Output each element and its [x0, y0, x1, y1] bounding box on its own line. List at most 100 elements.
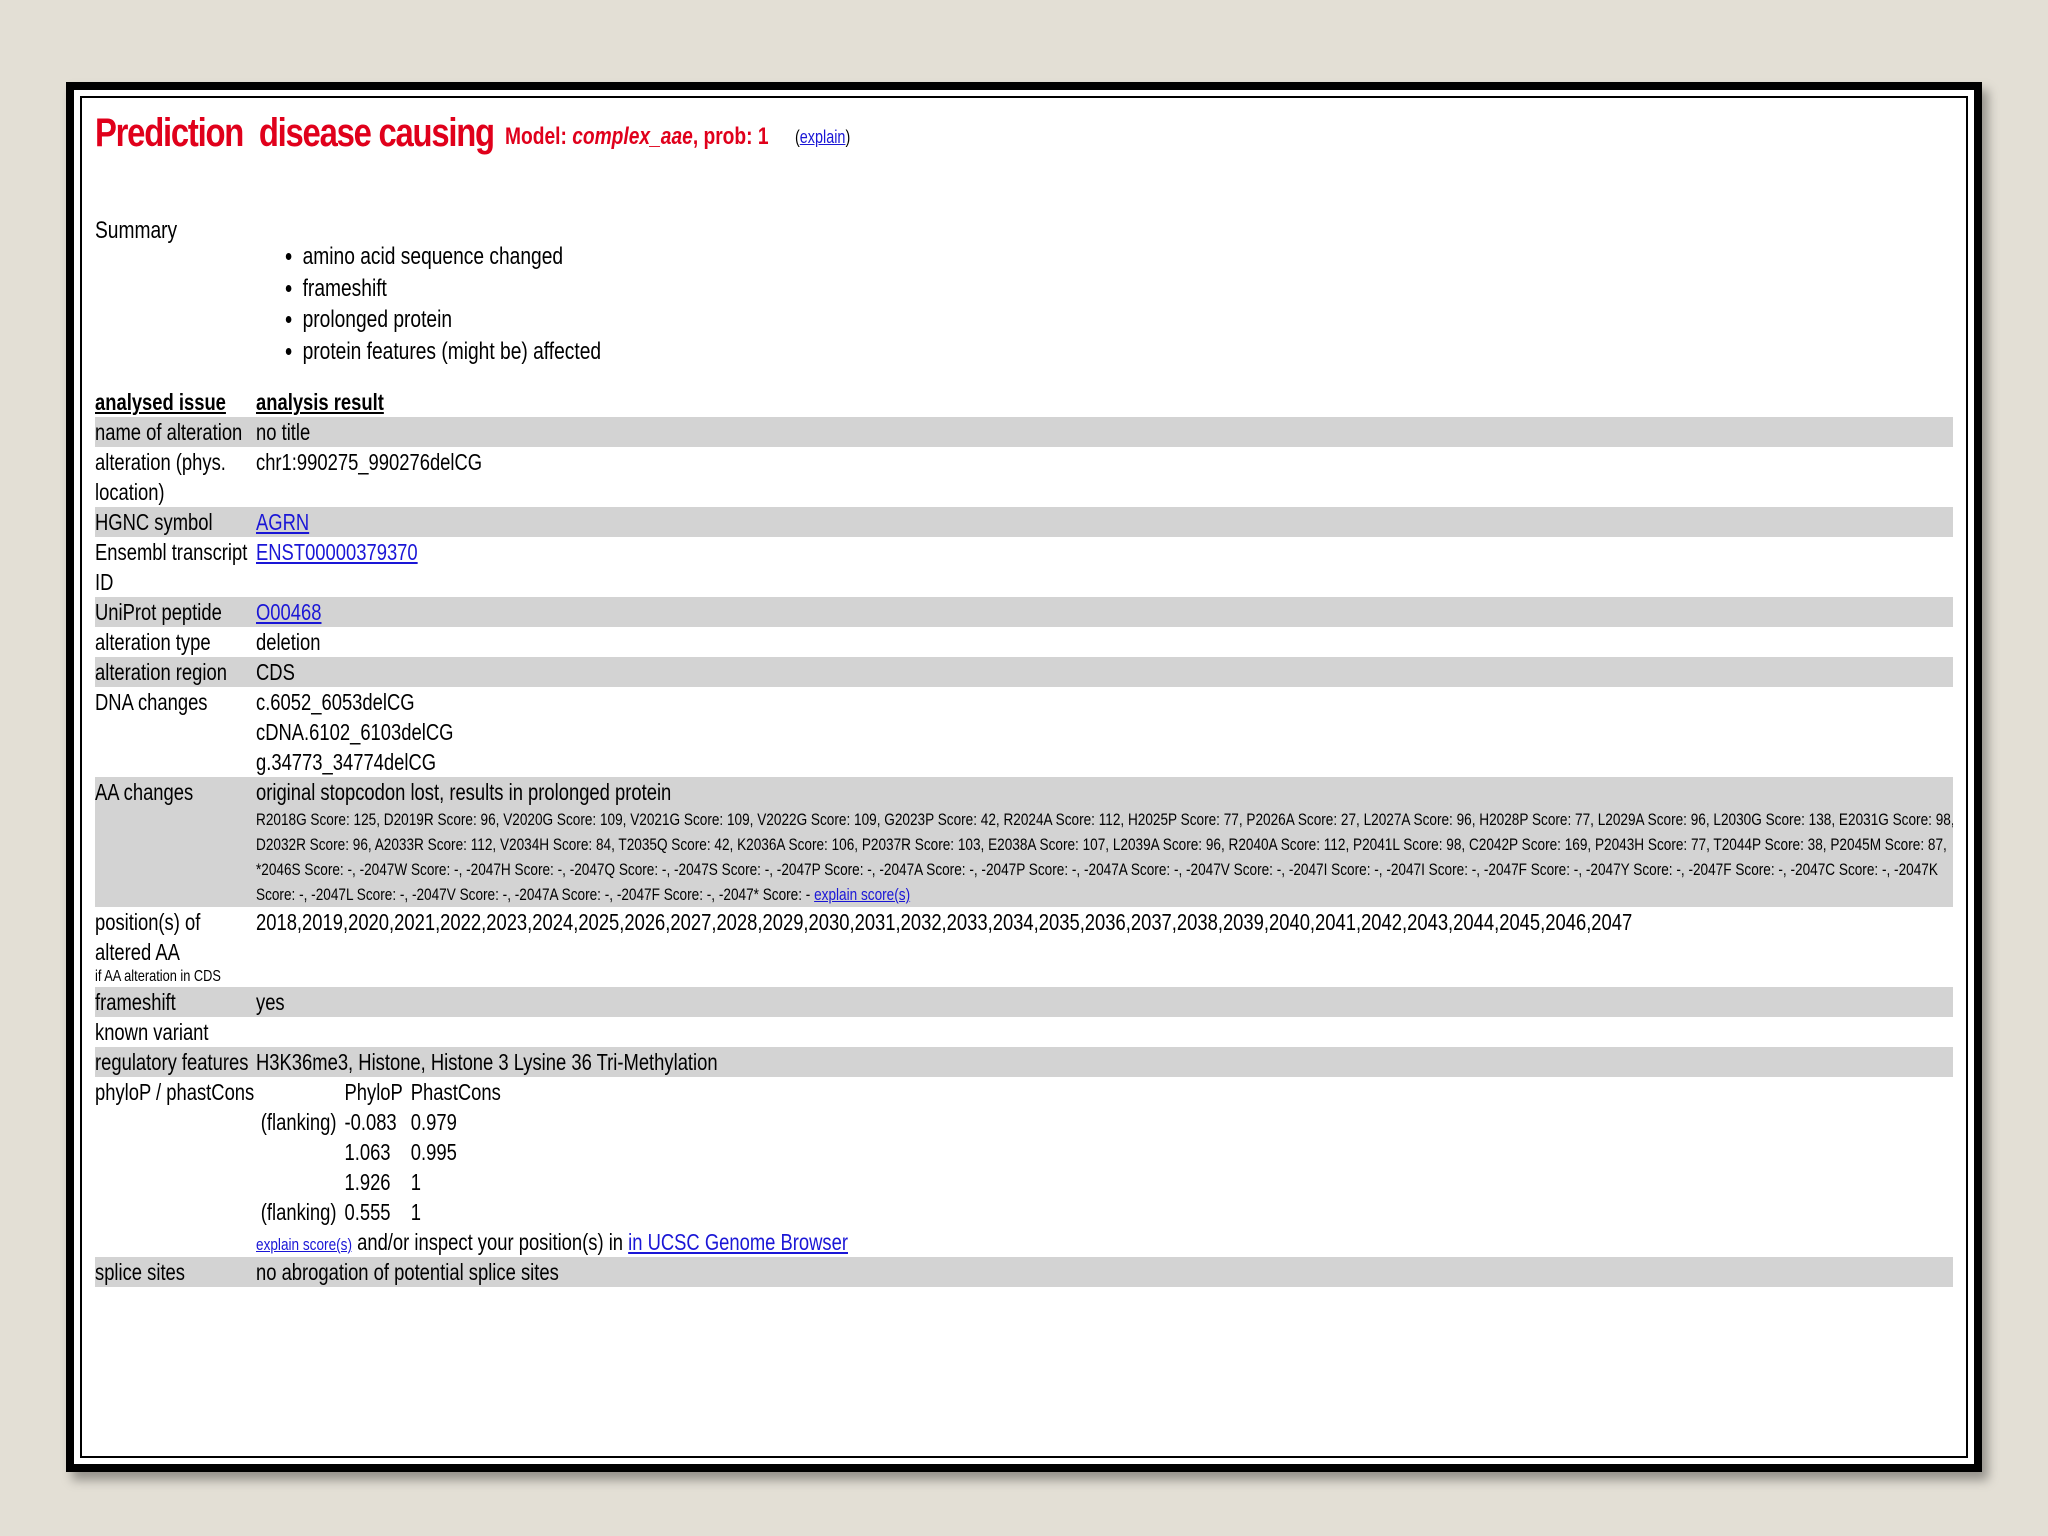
row-label-text: AA changes	[95, 779, 194, 805]
row-label: alteration region	[95, 657, 256, 687]
phastcons-value: 0.979	[410, 1109, 457, 1135]
model-prefix: Model:	[505, 123, 573, 150]
row-label: phyloP / phastCons	[95, 1077, 256, 1257]
row-label-text: phyloP / phastCons	[95, 1079, 255, 1105]
aa-change-summary: original stopcodon lost, results in prol…	[256, 779, 672, 805]
positions-note: if AA alteration in CDS	[95, 968, 221, 985]
row-value: ENST00000379370	[256, 537, 1953, 597]
row-value: yes	[256, 987, 1953, 1017]
summary-item: amino acid sequence changed	[303, 241, 601, 273]
row-label: alteration (phys. location)	[95, 447, 256, 507]
browser-page: Prediction disease causing Model: comple…	[74, 90, 1974, 1464]
alteration-location: chr1:990275_990276delCG	[256, 449, 483, 475]
explain-link[interactable]: explain	[800, 127, 846, 147]
header-analysis-result: analysis result	[256, 387, 1953, 417]
row-label: Ensembl transcript ID	[95, 537, 256, 597]
uniprot-peptide-link[interactable]: O00468	[256, 599, 321, 625]
row-value: H3K36me3, Histone, Histone 3 Lysine 36 T…	[256, 1047, 1953, 1077]
slide-stage: Prediction disease causing Model: comple…	[0, 0, 2048, 1536]
row-label-text: name of alteration	[95, 419, 243, 445]
row-value: c.6052_6053delCG cDNA.6102_6103delCG g.3…	[256, 687, 1953, 777]
row-label: alteration type	[95, 627, 256, 657]
table-row: alteration region CDS	[95, 657, 1953, 687]
regulatory-features-value: H3K36me3, Histone, Histone 3 Lysine 36 T…	[256, 1049, 718, 1075]
dna-change-c: c.6052_6053delCG	[256, 689, 415, 715]
table-header-row: analysed issue analysis result	[95, 387, 1953, 417]
row-label: AA changes	[95, 777, 256, 907]
splice-sites-value: no abrogation of potential splice sites	[256, 1259, 559, 1285]
conservation-row: 1.063 0.995	[261, 1137, 501, 1167]
conservation-tag	[261, 1167, 337, 1197]
row-label: regulatory features	[95, 1047, 256, 1077]
analysis-table: analysed issue analysis result name of a…	[95, 387, 1953, 1287]
row-label: UniProt peptide	[95, 597, 256, 627]
phylop-value: -0.083	[344, 1109, 397, 1135]
table-row: splice sites no abrogation of potential …	[95, 1257, 1953, 1287]
conservation-tag-header	[261, 1077, 337, 1107]
row-label-text: frameshift	[95, 989, 176, 1015]
ensembl-transcript-link[interactable]: ENST00000379370	[256, 539, 418, 565]
phastcons-value: 0.995	[410, 1139, 457, 1165]
row-label: name of alteration	[95, 417, 256, 447]
explain-scores-link[interactable]: explain score(s)	[814, 885, 910, 904]
dna-change-g: g.34773_34774delCG	[256, 749, 437, 775]
row-value: 2018,2019,2020,2021,2022,2023,2024,2025,…	[256, 907, 1953, 987]
row-label-text: regulatory features	[95, 1049, 249, 1075]
conservation-block: PhyloP PhastCons (flanking) -0.083 0.979	[256, 1077, 1953, 1257]
row-label-text: alteration type	[95, 629, 211, 655]
conservation-tag	[261, 1137, 337, 1167]
conservation-tag: (flanking)	[260, 1199, 337, 1225]
prediction-label: Prediction	[95, 111, 244, 155]
row-value	[256, 1017, 1953, 1047]
alteration-name: no title	[256, 419, 311, 445]
row-value: O00468	[256, 597, 1953, 627]
row-label-text: Ensembl transcript ID	[95, 539, 248, 595]
screenshot-frame: Prediction disease causing Model: comple…	[66, 82, 1982, 1472]
row-value: deletion	[256, 627, 1953, 657]
conservation-header-row: PhyloP PhastCons	[261, 1077, 500, 1107]
mutationtaster-result: Prediction disease causing Model: comple…	[95, 111, 1953, 1447]
row-label: splice sites	[95, 1257, 256, 1287]
ucsc-browser-link[interactable]: in UCSC Genome Browser	[628, 1229, 848, 1255]
row-label-text: alteration region	[95, 659, 227, 685]
row-value: AGRN	[256, 507, 1953, 537]
row-label: HGNC symbol	[95, 507, 256, 537]
header-analysed-issue: analysed issue	[95, 387, 256, 417]
row-value: no title	[256, 417, 1953, 447]
model-name: complex_aae	[572, 123, 693, 150]
table-row: alteration (phys. location) chr1:990275_…	[95, 447, 1953, 507]
row-label-text: known variant	[95, 1019, 209, 1045]
conservation-row: (flanking) -0.083 0.979	[261, 1107, 501, 1137]
model-prob: , prob: 1	[692, 123, 769, 150]
summary-item: prolonged protein	[303, 304, 601, 336]
dna-change-cdna: cDNA.6102_6103delCG	[256, 719, 454, 745]
table-row: frameshift yes	[95, 987, 1953, 1017]
table-row: phyloP / phastCons PhyloP PhastCons (fla…	[95, 1077, 1953, 1257]
row-label: DNA changes	[95, 687, 256, 777]
table-row: regulatory features H3K36me3, Histone, H…	[95, 1047, 1953, 1077]
header-analysed-issue-text: analysed issue	[95, 389, 226, 415]
summary-section: Summary amino acid sequence changed fram…	[95, 217, 1953, 387]
conservation-table: PhyloP PhastCons (flanking) -0.083 0.979	[253, 1077, 509, 1227]
frameshift-value: yes	[256, 989, 285, 1015]
row-value: CDS	[256, 657, 1953, 687]
table-row: alteration type deletion	[95, 627, 1953, 657]
phylop-header: PhyloP	[344, 1079, 403, 1105]
conservation-row: 1.926 1	[261, 1167, 501, 1197]
table-row: HGNC symbol AGRN	[95, 507, 1953, 537]
hgnc-symbol-link[interactable]: AGRN	[256, 509, 309, 535]
prediction-header: Prediction disease causing Model: comple…	[95, 111, 1953, 181]
header-analysis-result-text: analysis result	[256, 389, 384, 415]
explain-conservation-link[interactable]: explain score(s)	[256, 1235, 352, 1254]
table-row: UniProt peptide O00468	[95, 597, 1953, 627]
row-label-text: DNA changes	[95, 689, 208, 715]
aa-positions: 2018,2019,2020,2021,2022,2023,2024,2025,…	[256, 909, 1633, 935]
aa-change-scores: R2018G Score: 125, D2019R Score: 96, V20…	[256, 807, 1953, 907]
table-row: Ensembl transcript ID ENST00000379370	[95, 537, 1953, 597]
row-label-text: HGNC symbol	[95, 509, 213, 535]
table-row: name of alteration no title	[95, 417, 1953, 447]
summary-label: Summary	[95, 217, 178, 244]
conservation-row: (flanking) 0.555 1	[261, 1197, 501, 1227]
alteration-type: deletion	[256, 629, 321, 655]
summary-item: protein features (might be) affected	[303, 336, 601, 368]
